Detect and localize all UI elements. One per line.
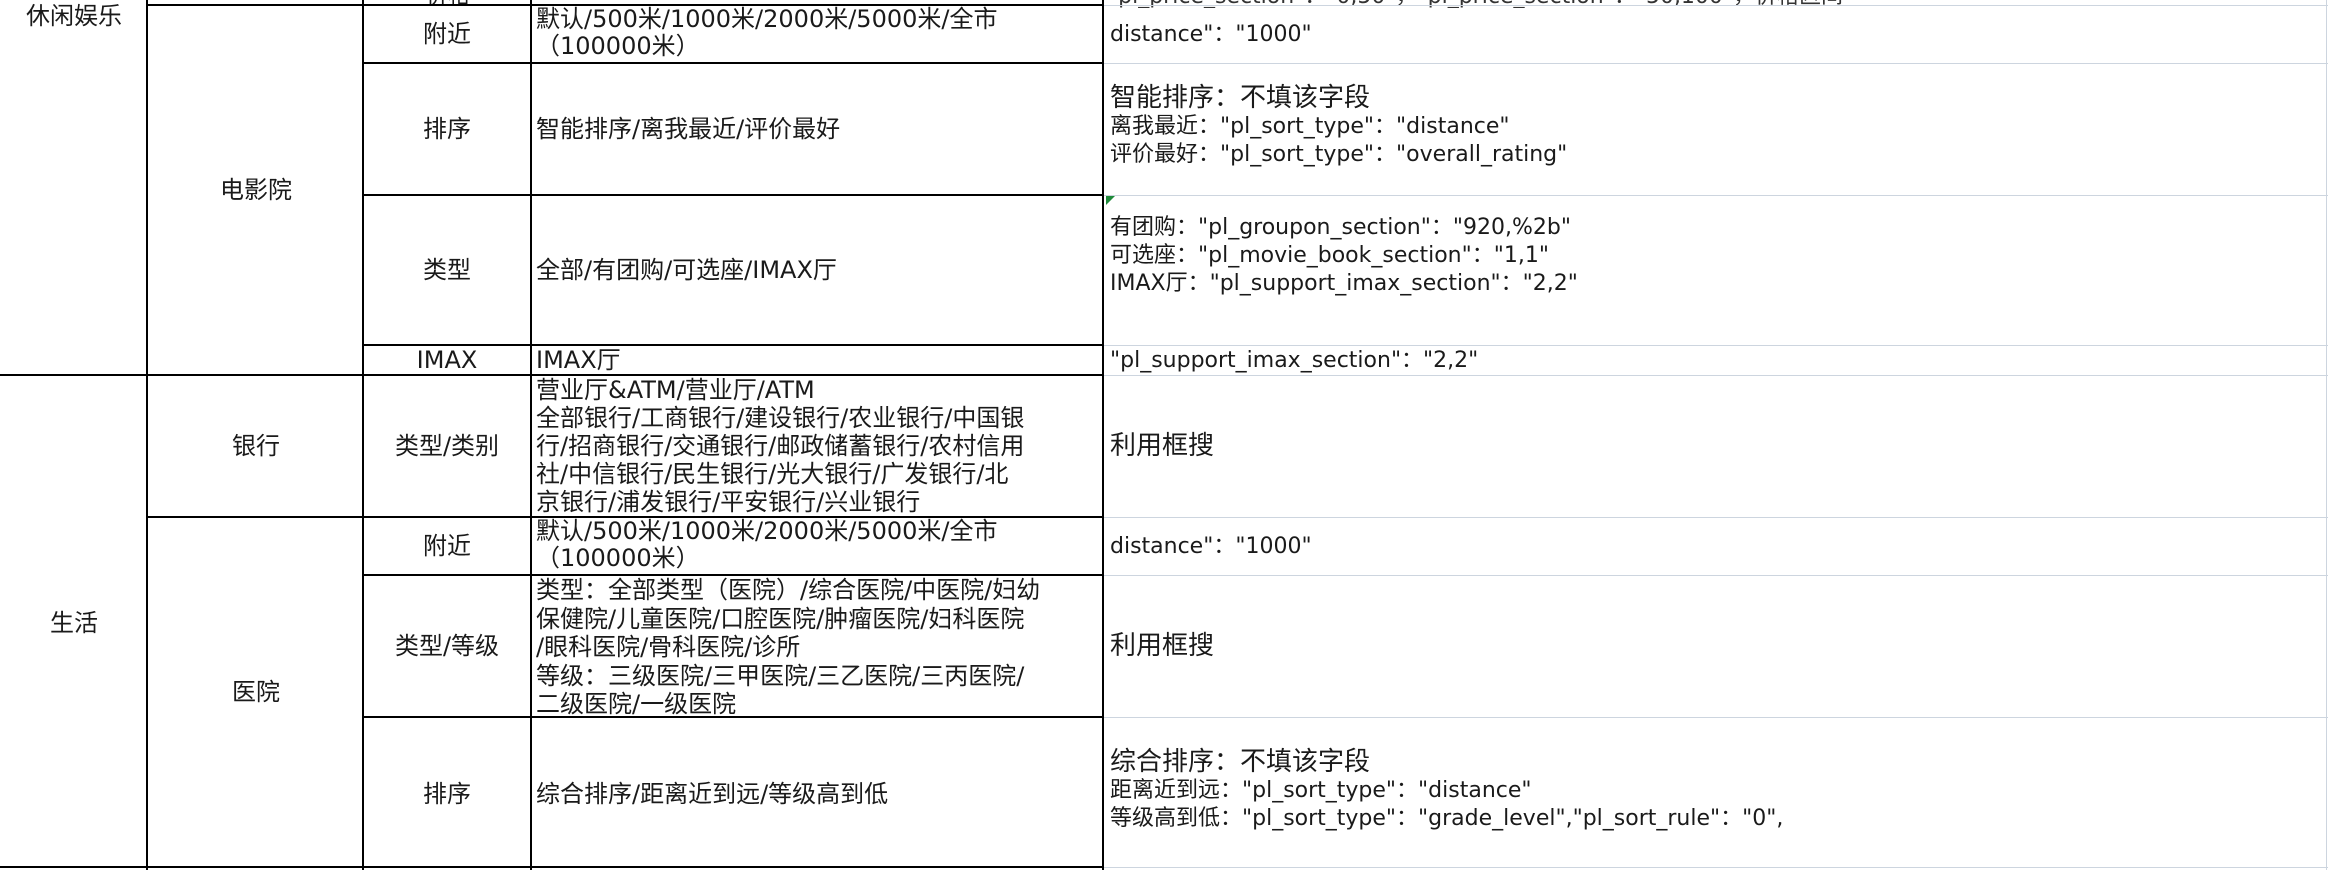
subcategory-hospital[interactable]: 医院 — [150, 518, 362, 870]
param-hospital-nearby[interactable]: distance"："1000" — [1106, 518, 2328, 574]
field-label: 类型 — [423, 255, 471, 284]
field-cinema-nearby[interactable]: 附近 — [364, 6, 530, 62]
grid-line — [146, 516, 1104, 518]
grid-line — [362, 344, 1104, 346]
spreadsheet: "pl_price_section"："0,50"，"pl_price_sect… — [0, 0, 2328, 870]
subcategory-bank[interactable]: 银行 — [150, 376, 362, 516]
grid-line — [1104, 867, 2328, 868]
param-line: 智能排序：不填该字段 — [1110, 83, 1371, 113]
options-cinema-imax[interactable]: IMAX厅 — [532, 346, 1102, 374]
field-hospital-nearby[interactable]: 附近 — [364, 518, 530, 574]
field-cinema-imax[interactable]: IMAX — [364, 346, 530, 374]
field-bank-type[interactable]: 类型/类别 — [364, 376, 530, 516]
options-cinema-sort[interactable]: 智能排序/离我最近/评价最好 — [532, 64, 1102, 194]
options-bank-type[interactable]: 营业厅&ATM/营业厅/ATM 全部银行/工商银行/建设银行/农业银行/中国银 … — [532, 376, 1102, 516]
param-cinema-type[interactable]: 有团购："pl_groupon_section"："920,%2b" 可选座："… — [1106, 196, 2328, 344]
options-hospital-nearby[interactable]: 默认/500米/1000米/2000米/5000米/全市 （100000米） — [532, 518, 1102, 574]
category-leisure[interactable]: 休闲娱乐 — [0, 0, 148, 374]
category-life-label: 生活 — [50, 608, 98, 637]
param-text: 利用框搜 — [1110, 430, 1215, 461]
field-label: 附近 — [423, 531, 471, 560]
grid-line — [0, 374, 1104, 376]
param-line: 离我最近："pl_sort_type"："distance" — [1110, 114, 1510, 139]
subcategory-bank-label: 银行 — [232, 431, 280, 460]
grid-line — [1104, 717, 2328, 718]
param-line: 综合排序：不填该字段 — [1110, 747, 1371, 777]
grid-line — [1104, 63, 2328, 64]
field-hospital-type[interactable]: 类型/等级 — [364, 576, 530, 716]
grid-line — [0, 866, 1104, 868]
grid-line — [362, 194, 1104, 196]
field-label: 类型/等级 — [394, 631, 500, 660]
field-label: 附近 — [423, 19, 471, 48]
grid-line — [2326, 0, 2327, 870]
options-cinema-nearby[interactable]: 默认/500米/1000米/2000米/5000米/全市 （100000米） — [532, 6, 1102, 62]
field-hospital-sort[interactable]: 排序 — [364, 718, 530, 870]
grid-line — [362, 62, 1104, 64]
options-text: IMAX厅 — [536, 346, 621, 374]
grid-line — [1104, 345, 2328, 346]
param-line: 评价最好："pl_sort_type"："overall_rating" — [1110, 142, 1568, 167]
grid-line — [1104, 575, 2328, 576]
options-text: 综合排序/距离近到远/等级高到低 — [536, 779, 889, 808]
param-bank-type[interactable]: 利用框搜 — [1106, 376, 2328, 516]
options-text: 智能排序/离我最近/评价最好 — [536, 114, 841, 143]
subcategory-hospital-label: 医院 — [232, 678, 280, 706]
param-text: distance"："1000" — [1110, 533, 1312, 559]
param-hospital-type[interactable]: 利用框搜 — [1106, 576, 2328, 716]
param-hospital-sort[interactable]: 综合排序：不填该字段 距离近到远："pl_sort_type"："distanc… — [1106, 718, 2328, 870]
param-cinema-imax[interactable]: "pl_support_imax_section"："2,2" — [1106, 346, 2328, 374]
subcategory-cinema-label: 电影院 — [220, 175, 292, 204]
field-cinema-sort[interactable]: 排序 — [364, 64, 530, 194]
param-cinema-nearby[interactable]: distance"："1000" — [1106, 6, 2328, 62]
grid-line — [1104, 375, 2328, 376]
field-label: 排序 — [423, 779, 471, 808]
grid-line — [1102, 0, 1104, 870]
category-life[interactable]: 生活 — [0, 376, 148, 870]
options-cinema-type[interactable]: 全部/有团购/可选座/IMAX厅 — [532, 196, 1102, 344]
param-text: distance"："1000" — [1110, 21, 1312, 47]
param-cinema-sort[interactable]: 智能排序：不填该字段 离我最近："pl_sort_type"："distance… — [1106, 64, 2328, 194]
field-label: 排序 — [423, 114, 471, 143]
param-line: 有团购："pl_groupon_section"："920,%2b" — [1110, 215, 1571, 240]
param-text: "pl_support_imax_section"："2,2" — [1110, 347, 1479, 373]
grid-line — [1104, 195, 2328, 196]
grid-line — [362, 0, 364, 870]
field-cinema-type[interactable]: 类型 — [364, 196, 530, 344]
param-line: 可选座："pl_movie_book_section"："1,1" — [1110, 243, 1549, 268]
grid-line — [530, 0, 532, 870]
param-line: 等级高到低："pl_sort_type"："grade_level","pl_s… — [1110, 806, 1784, 831]
options-text: 全部/有团购/可选座/IMAX厅 — [536, 255, 837, 284]
subcategory-cinema[interactable]: 电影院 — [150, 6, 362, 374]
param-line: 距离近到远："pl_sort_type"："distance" — [1110, 778, 1532, 803]
grid-line — [362, 574, 1104, 576]
options-hospital-sort[interactable]: 综合排序/距离近到远/等级高到低 — [532, 718, 1102, 870]
comment-marker-icon — [1106, 196, 1115, 205]
options-hospital-type[interactable]: 类型：全部类型（医院）/综合医院/中医院/妇幼 保健院/儿童医院/口腔医院/肿瘤… — [532, 576, 1102, 716]
grid-line — [146, 4, 1104, 6]
grid-line — [146, 0, 148, 870]
category-leisure-label: 休闲娱乐 — [26, 2, 122, 30]
grid-line — [1104, 517, 2328, 518]
field-label: IMAX — [416, 346, 478, 374]
param-text: 利用框搜 — [1110, 630, 1215, 661]
field-label: 类型/类别 — [394, 431, 500, 460]
param-line: IMAX厅："pl_support_imax_section"："2,2" — [1110, 271, 1578, 296]
grid-line — [362, 716, 1104, 718]
grid-line — [1104, 5, 2328, 6]
